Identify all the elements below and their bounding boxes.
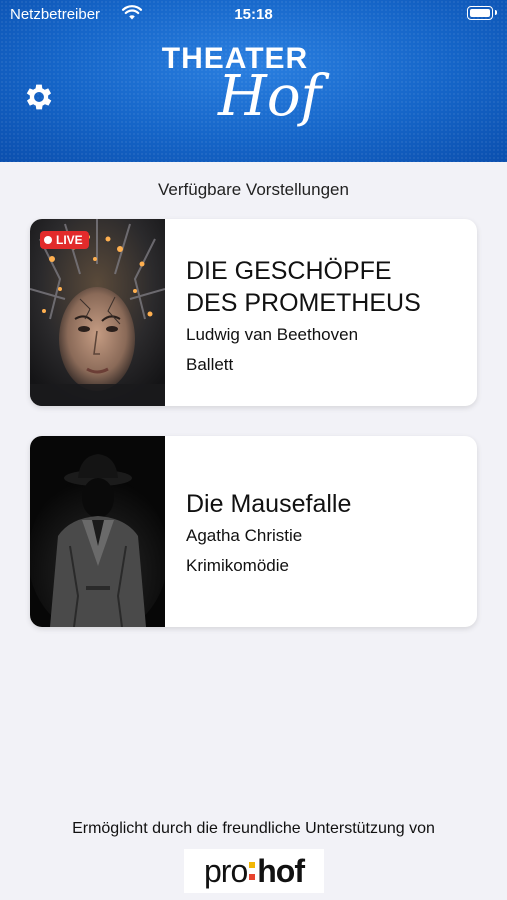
- performance-info: Die Mausefalle Agatha Christie Krimikomö…: [186, 488, 467, 576]
- live-badge-label: LIVE: [56, 233, 83, 247]
- performance-info: DIE GESCHÖPFE DES PROMETHEUS Ludwig van …: [186, 255, 467, 375]
- performance-title-line1: Die Mausefalle: [186, 490, 352, 518]
- performance-card-mausefalle[interactable]: Die Mausefalle Agatha Christie Krimikomö…: [30, 436, 477, 627]
- live-dot-icon: [44, 236, 52, 244]
- sponsor-pro-text: pro: [204, 852, 248, 889]
- performance-card-prometheus[interactable]: LIVE DIE GESCHÖPFE DES PROMETHEUS Ludwig…: [30, 219, 477, 406]
- logo-hof-text: Hof: [218, 64, 322, 129]
- clock: 15:18: [234, 6, 273, 23]
- status-bar: Netzbetreiber 15:18: [0, 0, 507, 30]
- support-text: Ermöglicht durch die freundliche Unterst…: [72, 820, 435, 837]
- performance-title-line1: DIE GESCHÖPFE: [186, 257, 392, 285]
- gear-icon[interactable]: [22, 80, 56, 114]
- performance-author: Agatha Christie: [186, 526, 303, 545]
- performance-genre: Krimikomödie: [186, 556, 289, 575]
- battery-icon: [467, 6, 497, 20]
- performance-title-line2: DES PROMETHEUS: [186, 289, 421, 317]
- performance-image: LIVE: [30, 219, 165, 406]
- prohof-logo[interactable]: pro hof: [184, 849, 324, 893]
- app-header: Netzbetreiber 15:18 THEATER Hof: [0, 0, 507, 162]
- section-title: Verfügbare Vorstellungen: [158, 180, 349, 199]
- sponsor-colon-icon: [249, 862, 256, 880]
- performance-author: Ludwig van Beethoven: [186, 325, 359, 344]
- live-badge: LIVE: [40, 231, 89, 249]
- performance-image: [30, 436, 165, 627]
- sponsor-hof-text: hof: [257, 852, 305, 889]
- theater-hof-logo: THEATER Hof: [0, 38, 507, 138]
- performance-genre: Ballett: [186, 355, 234, 374]
